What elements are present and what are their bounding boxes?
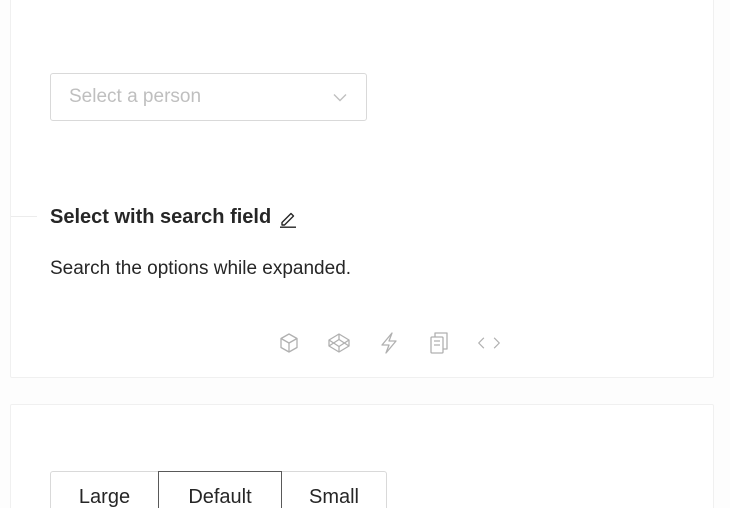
demo-actions bbox=[277, 331, 501, 355]
demo-frame: Select a person Select with search field… bbox=[0, 0, 730, 508]
section-title: Select with search field bbox=[50, 206, 299, 229]
section-title-text: Select with search field bbox=[50, 206, 272, 228]
demo-card-size: Large Default Small bbox=[10, 404, 714, 508]
code-icon[interactable] bbox=[477, 331, 501, 355]
chevron-down-icon bbox=[332, 89, 348, 105]
stackblitz-icon[interactable] bbox=[377, 331, 401, 355]
demo-card-select: Select a person Select with search field… bbox=[10, 0, 714, 378]
size-radio-group: Large Default Small bbox=[50, 471, 387, 508]
codepen-icon[interactable] bbox=[327, 331, 351, 355]
section-description: Search the options while expanded. bbox=[50, 258, 352, 279]
size-option-default[interactable]: Default bbox=[158, 471, 282, 508]
copy-icon[interactable] bbox=[427, 331, 451, 355]
size-option-small[interactable]: Small bbox=[281, 471, 387, 508]
person-select[interactable]: Select a person bbox=[50, 73, 367, 121]
codesandbox-icon[interactable] bbox=[277, 331, 301, 355]
edit-icon[interactable] bbox=[277, 207, 299, 229]
divider bbox=[11, 216, 37, 217]
select-placeholder: Select a person bbox=[69, 86, 202, 107]
size-option-large[interactable]: Large bbox=[50, 471, 159, 508]
